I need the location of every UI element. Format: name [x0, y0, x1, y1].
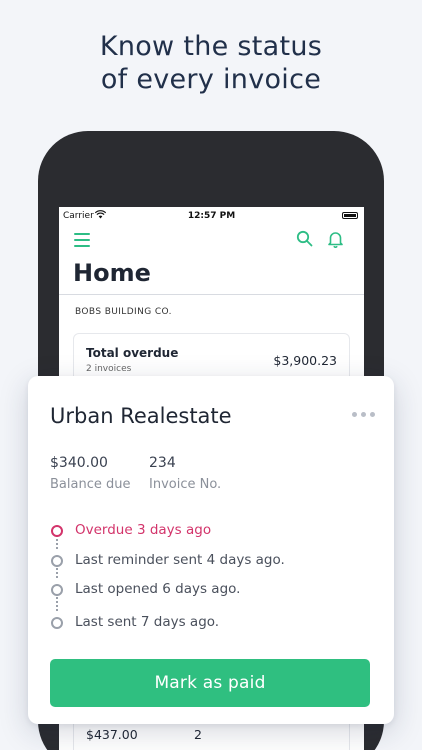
status-bar: Carrier 12:57 PM: [59, 207, 364, 225]
header-divider: [59, 294, 364, 295]
invoice-number-value: 234: [149, 455, 176, 471]
timeline-text: Last reminder sent 4 days ago.: [75, 552, 285, 568]
timeline-text: Last sent 7 days ago.: [75, 614, 220, 630]
invoice-number: 2: [194, 727, 202, 742]
timeline-item: Overdue 3 days ago: [50, 521, 380, 541]
headline: Know the status of every invoice: [0, 30, 422, 96]
bell-icon[interactable]: [327, 230, 344, 252]
timeline-text: Last opened 6 days ago.: [75, 581, 241, 597]
activity-timeline: Overdue 3 days ago Last reminder sent 4 …: [50, 518, 380, 648]
mark-as-paid-button[interactable]: Mark as paid: [50, 659, 370, 707]
timeline-dot: [51, 555, 63, 567]
timeline-item: Last sent 7 days ago.: [50, 613, 380, 633]
battery-icon: [342, 212, 358, 219]
invoice-number-label: Invoice No.: [149, 477, 222, 492]
invoice-detail-card: Urban Realestate $340.00 Balance due 234…: [28, 376, 394, 724]
timeline-item: Last reminder sent 4 days ago.: [50, 551, 380, 571]
invoice-amount: $437.00: [86, 727, 138, 742]
more-options-icon[interactable]: [352, 412, 376, 418]
hamburger-menu-icon[interactable]: [74, 231, 92, 247]
balance-due-value: $340.00: [50, 455, 108, 471]
search-icon[interactable]: [296, 230, 313, 251]
overdue-count: 2 invoices: [86, 364, 132, 374]
client-name: Urban Realestate: [50, 404, 232, 428]
timeline-dot: [51, 584, 63, 596]
timeline-text: Overdue 3 days ago: [75, 522, 212, 538]
overdue-status-dot: [51, 525, 63, 537]
overdue-title: Total overdue: [86, 346, 179, 360]
overdue-amount: $3,900.23: [273, 353, 337, 368]
balance-due-label: Balance due: [50, 477, 131, 492]
page-title: Home: [73, 259, 151, 287]
headline-line-2: of every invoice: [100, 64, 322, 95]
timeline-dot: [51, 617, 63, 629]
clock: 12:57 PM: [187, 211, 236, 221]
headline-line-1: Know the status: [99, 31, 323, 62]
timeline-item: Last opened 6 days ago.: [50, 580, 380, 600]
company-name: BOBS BUILDING CO.: [75, 307, 172, 317]
